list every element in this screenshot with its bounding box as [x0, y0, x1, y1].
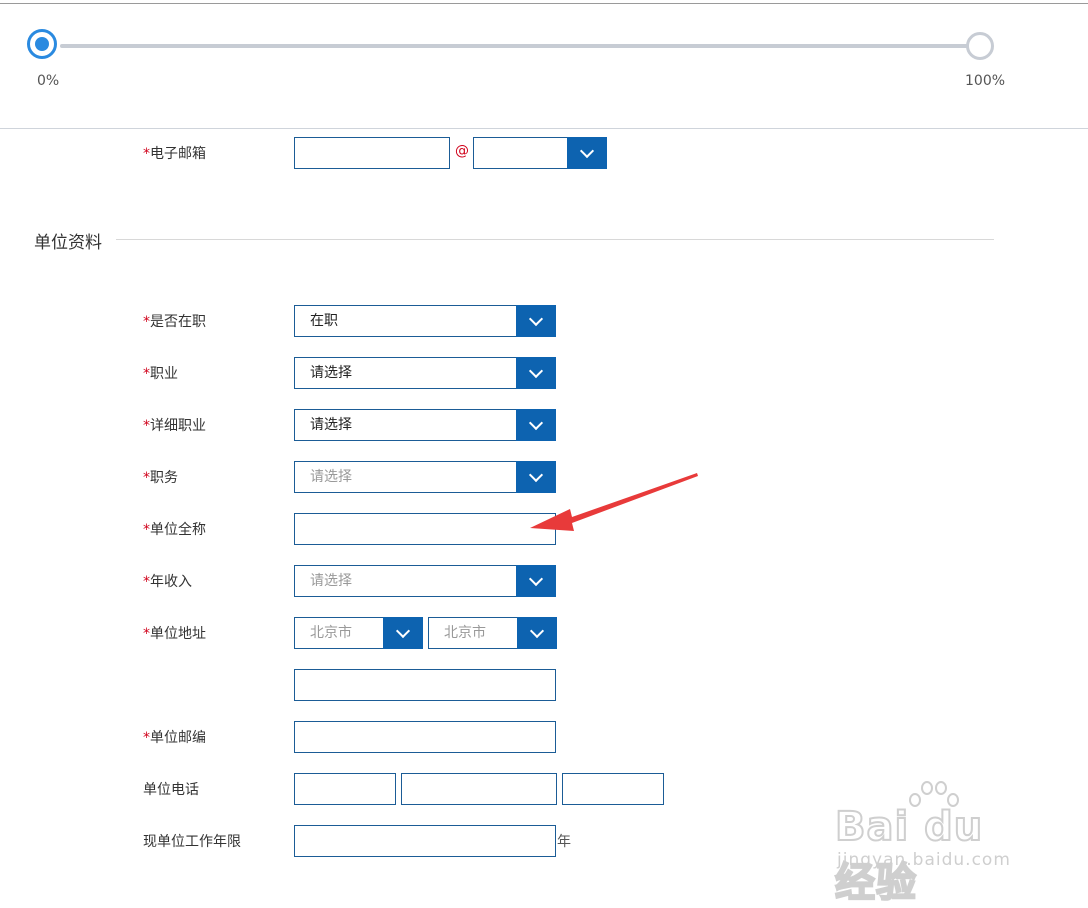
address-city-select[interactable]: 北京市 [428, 617, 557, 649]
phone-area-input[interactable] [294, 773, 396, 805]
employed-select[interactable]: 在职 [294, 305, 556, 337]
detail-occupation-label: *详细职业 [143, 418, 206, 434]
company-address-label: *单位地址 [143, 626, 206, 642]
email-local-input[interactable] [294, 137, 450, 169]
occupation-select[interactable]: 请选择 [294, 357, 556, 389]
chevron-down-icon [528, 571, 544, 587]
chevron-down-icon [528, 363, 544, 379]
years-input[interactable] [294, 825, 556, 857]
company-name-input[interactable] [294, 513, 556, 545]
city-dropdown-button[interactable] [517, 617, 557, 649]
progress-handle-dot [35, 37, 49, 51]
postcode-input[interactable] [294, 721, 556, 753]
chevron-down-icon [528, 415, 544, 431]
postcode-label: *单位邮编 [143, 730, 206, 746]
email-domain-dropdown-button[interactable] [567, 137, 607, 169]
employed-dropdown-button[interactable] [516, 305, 556, 337]
chevron-down-icon [529, 623, 545, 639]
annual-income-label: *年收入 [143, 574, 192, 590]
annotation-arrow [530, 473, 698, 531]
detail-occupation-dropdown-button[interactable] [516, 409, 556, 441]
phone-number-input[interactable] [401, 773, 557, 805]
progress-handle[interactable] [27, 29, 57, 59]
chevron-down-icon [528, 311, 544, 327]
occupation-dropdown-button[interactable] [516, 357, 556, 389]
phone-label: 单位电话 [143, 782, 199, 798]
employed-label: *是否在职 [143, 314, 206, 330]
position-label: *职务 [143, 470, 178, 486]
annual-income-dropdown-button[interactable] [516, 565, 556, 597]
chevron-down-icon [395, 623, 411, 639]
phone-ext-input[interactable] [562, 773, 664, 805]
progress-end-marker [966, 32, 994, 60]
years-label: 现单位工作年限 [143, 834, 241, 850]
chevron-down-icon [528, 467, 544, 483]
chevron-down-icon [579, 143, 595, 159]
email-domain-select[interactable] [473, 137, 607, 169]
position-dropdown-button[interactable] [516, 461, 556, 493]
province-dropdown-button[interactable] [383, 617, 423, 649]
at-sign: @ [455, 143, 469, 159]
detail-occupation-select[interactable]: 请选择 [294, 409, 556, 441]
company-name-label: *单位全称 [143, 522, 206, 538]
position-select[interactable]: 请选择 [294, 461, 556, 493]
address-province-select[interactable]: 北京市 [294, 617, 423, 649]
email-label: *电子邮箱 [143, 146, 206, 162]
progress-start-label: 0% [37, 73, 60, 89]
address-detail-input[interactable] [294, 669, 556, 701]
section-title: 单位资料 [34, 233, 102, 253]
progress-end-label: 100% [965, 73, 1006, 89]
occupation-label: *职业 [143, 366, 178, 382]
annual-income-select[interactable]: 请选择 [294, 565, 556, 597]
progress-panel: 0% 100% [0, 0, 1088, 129]
progress-track[interactable] [60, 44, 968, 48]
watermark-url: jingyan.baidu.com [837, 850, 1011, 870]
section-divider [116, 239, 994, 240]
baidu-jingyan-watermark: Bai du 经验 jingyan.baidu.com [833, 780, 1033, 907]
years-unit: 年 [557, 834, 571, 850]
